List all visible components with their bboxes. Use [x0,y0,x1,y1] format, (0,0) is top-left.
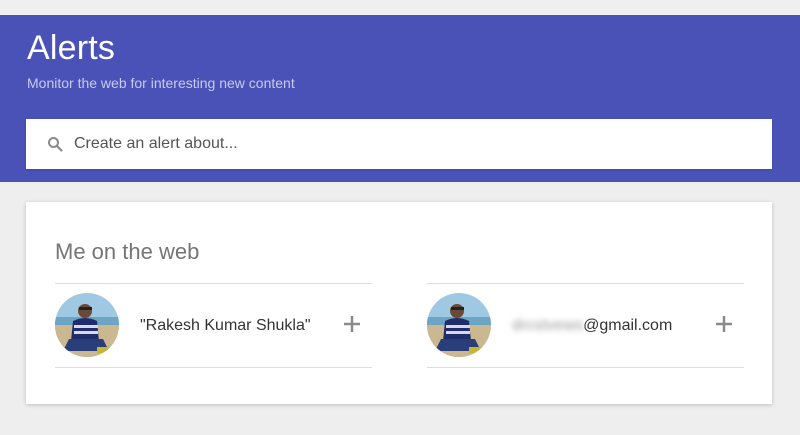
create-alert-search-box[interactable] [26,119,772,169]
create-alert-input[interactable] [72,134,726,154]
alert-name-label: "Rakesh Kumar Shukla" [140,317,311,334]
me-on-the-web-card: Me on the web "Rakesh Kumar Shukla" drcs… [26,202,772,404]
add-alert-plus-icon[interactable] [712,312,736,336]
alerts-header: Alerts Monitor the web for interesting n… [0,15,800,182]
add-alert-plus-icon[interactable] [340,312,364,336]
blurred-email-username: drcstvews [512,317,584,334]
avatar [55,293,119,357]
page-subtitle: Monitor the web for interesting new cont… [27,75,295,91]
top-strip [0,0,800,15]
email-alert-entry[interactable]: drcstvews@gmail.com [427,283,744,368]
section-title: Me on the web [55,239,200,264]
email-domain: @gmail.com [583,317,673,334]
name-alert-entry[interactable]: "Rakesh Kumar Shukla" [55,283,372,368]
search-icon [46,135,64,153]
page-title: Alerts [27,29,116,67]
alert-email-label: drcstvews@gmail.com [512,317,672,335]
avatar [427,293,491,357]
